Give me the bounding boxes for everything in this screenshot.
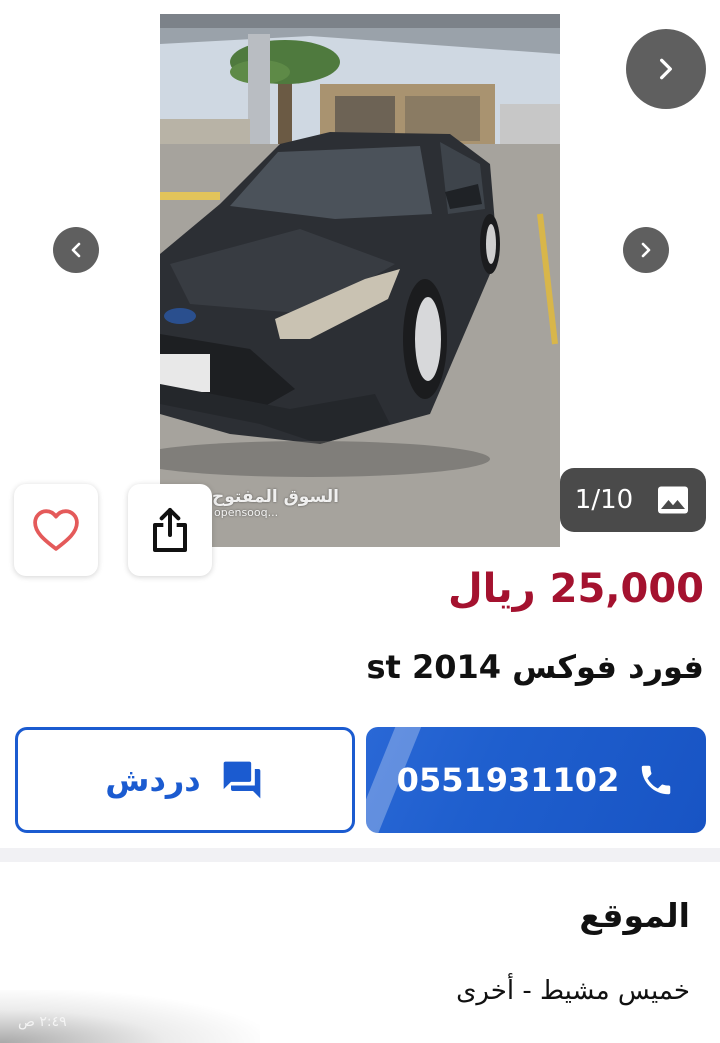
listing-page: السوق المفتوح opensooq... 1/10 25,000 ري… bbox=[0, 0, 720, 1043]
next-photo-button[interactable] bbox=[623, 227, 669, 273]
chat-button-label: دردش bbox=[105, 761, 201, 799]
previous-photo-button[interactable] bbox=[53, 227, 99, 273]
watermark-arabic: السوق المفتوح bbox=[212, 487, 339, 507]
next-photo-button-top[interactable] bbox=[626, 29, 706, 109]
listing-price: 25,000 ريال bbox=[447, 566, 704, 612]
favorite-button[interactable] bbox=[14, 484, 98, 576]
opensooq-watermark: السوق المفتوح opensooq... bbox=[212, 488, 339, 519]
chevron-left-icon bbox=[71, 242, 81, 258]
chevron-right-icon bbox=[660, 58, 672, 80]
chat-icon bbox=[219, 758, 265, 802]
image-icon bbox=[658, 486, 689, 514]
share-button[interactable] bbox=[128, 484, 212, 576]
section-divider bbox=[0, 848, 720, 862]
chat-button[interactable]: دردش bbox=[15, 727, 355, 833]
car-photo[interactable] bbox=[160, 14, 560, 547]
location-value: خميس مشيط - أخرى bbox=[456, 976, 690, 1006]
location-heading: الموقع bbox=[579, 896, 690, 935]
photo-counter[interactable]: 1/10 bbox=[560, 468, 706, 532]
chevron-right-icon bbox=[641, 242, 651, 258]
watermark-english: opensooq... bbox=[214, 505, 279, 519]
call-button[interactable]: 0551931102 bbox=[366, 727, 706, 833]
photo-gallery[interactable]: السوق المفتوح opensooq... 1/10 bbox=[0, 0, 720, 576]
photo-counter-label: 1/10 bbox=[574, 485, 634, 515]
status-time: ٢:٤٩ ص bbox=[18, 1014, 67, 1030]
share-icon bbox=[153, 508, 187, 552]
heart-icon bbox=[33, 509, 79, 551]
listing-title: فورد فوكس st 2014 bbox=[366, 648, 704, 686]
phone-icon bbox=[637, 761, 675, 799]
phone-number-label: 0551931102 bbox=[396, 761, 620, 799]
